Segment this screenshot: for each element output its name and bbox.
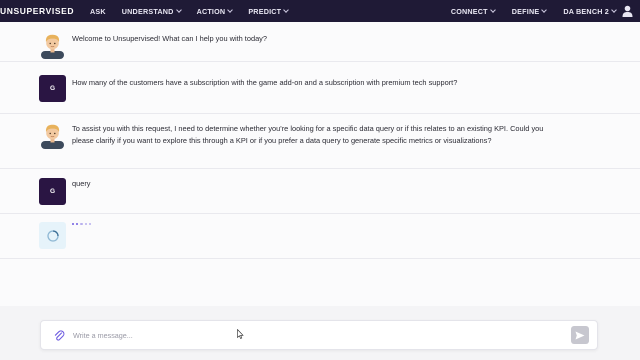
typing-dot: [76, 223, 79, 226]
send-icon: [575, 331, 585, 339]
mouse-cursor-icon: [237, 329, 244, 339]
secondary-nav: CONNECT DEFINE DA BENCH 2: [450, 0, 617, 22]
user-avatar: G: [39, 75, 66, 102]
message-text: Welcome to Unsupervised! What can I help…: [72, 34, 267, 43]
spinner-icon: [46, 229, 59, 242]
nav-action[interactable]: ACTION: [196, 6, 234, 16]
message-text: How many of the customers have a subscri…: [72, 78, 458, 87]
chevron-down-icon: [541, 7, 548, 13]
chevron-down-icon: [175, 7, 182, 13]
top-navigation-bar: UNSUPERVISED ASK UNDERSTAND ACTION PREDI…: [0, 0, 640, 22]
message-composer-area: Write a message...: [0, 306, 640, 360]
message-input-placeholder[interactable]: Write a message...: [73, 331, 133, 340]
user-initial: G: [49, 85, 56, 92]
typing-dot: [72, 223, 75, 226]
chat-thread: Welcome to Unsupervised! What can I help…: [0, 22, 640, 306]
nav-ask[interactable]: ASK: [90, 7, 106, 16]
nav-connect-label: CONNECT: [450, 6, 488, 16]
bot-avatar-icon: [41, 124, 64, 149]
chat-message-user: G query: [0, 169, 640, 214]
nav-action-label: ACTION: [196, 6, 226, 16]
paperclip-icon[interactable]: [53, 329, 65, 342]
typing-dot: [84, 223, 87, 226]
chevron-down-icon: [283, 7, 290, 13]
chat-message-assistant: To assist you with this request, I need …: [0, 114, 640, 169]
assistant-avatar: [39, 32, 66, 59]
chat-message-assistant: Welcome to Unsupervised! What can I help…: [0, 22, 640, 62]
nav-define-label: DEFINE: [511, 6, 540, 16]
message-input-box[interactable]: Write a message...: [40, 320, 598, 350]
message-text: query: [72, 179, 91, 188]
chevron-down-icon: [611, 7, 617, 13]
nav-define[interactable]: DEFINE: [511, 6, 548, 16]
bot-avatar-icon: [41, 34, 64, 59]
nav-understand[interactable]: UNDERSTAND: [121, 6, 182, 16]
chevron-down-icon: [489, 7, 496, 13]
app-logo[interactable]: UNSUPERVISED: [0, 6, 74, 16]
nav-predict[interactable]: PREDICT: [248, 6, 290, 16]
nav-predict-label: PREDICT: [248, 6, 282, 16]
user-account-icon[interactable]: [622, 5, 633, 17]
loading-avatar: [39, 222, 66, 249]
user-avatar: G: [39, 178, 66, 205]
typing-indicator: [72, 223, 91, 226]
send-button[interactable]: [571, 326, 589, 344]
nav-workspace-label: DA BENCH 2: [563, 6, 609, 16]
primary-nav: ASK UNDERSTAND ACTION PREDICT: [90, 0, 290, 22]
chat-message-loading: [0, 214, 640, 259]
nav-understand-label: UNDERSTAND: [121, 6, 174, 16]
nav-ask-label: ASK: [90, 6, 106, 16]
chat-message-user: G How many of the customers have a subsc…: [0, 62, 640, 114]
user-initial: G: [49, 188, 56, 195]
message-text: To assist you with this request, I need …: [72, 124, 544, 145]
typing-dot: [88, 223, 91, 226]
nav-connect[interactable]: CONNECT: [450, 6, 496, 16]
typing-dot: [80, 223, 83, 226]
assistant-avatar: [39, 122, 66, 149]
nav-workspace[interactable]: DA BENCH 2: [563, 6, 617, 16]
chevron-down-icon: [227, 7, 234, 13]
